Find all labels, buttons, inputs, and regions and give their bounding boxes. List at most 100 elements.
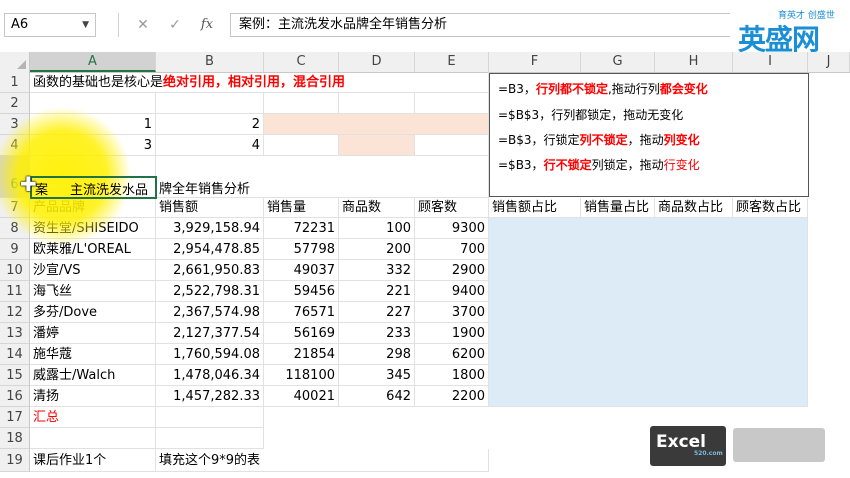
col-header-f[interactable]: F — [489, 52, 581, 72]
col-header-h[interactable]: H — [655, 52, 733, 72]
reference-notes-textbox[interactable]: =B3，行列都不锁定,拖动行列都会变化 =$B$3，行列都锁定，拖动无变化 =B… — [489, 73, 809, 197]
row-header[interactable]: 13 — [0, 323, 30, 344]
row-header[interactable]: 16 — [0, 386, 30, 407]
cell-customers[interactable]: 6200 — [415, 344, 489, 365]
col-header-c[interactable]: C — [264, 52, 339, 72]
cell-customers[interactable]: 3700 — [415, 302, 489, 323]
row-header[interactable]: 14 — [0, 344, 30, 365]
cell-items[interactable]: 221 — [339, 281, 415, 302]
cell-c3-peach[interactable] — [264, 114, 489, 135]
row-header[interactable]: 4 — [0, 135, 30, 156]
col-header-d[interactable]: D — [339, 52, 415, 72]
cell-items[interactable]: 227 — [339, 302, 415, 323]
cell-items[interactable]: 345 — [339, 365, 415, 386]
cell[interactable] — [156, 93, 264, 114]
cell[interactable] — [30, 428, 156, 449]
cell[interactable] — [339, 93, 415, 114]
cell-items[interactable]: 642 — [339, 386, 415, 407]
cell-a4[interactable]: 3 — [30, 135, 156, 156]
chevron-down-icon[interactable]: ▼ — [82, 14, 89, 36]
insert-function-icon[interactable]: fx — [196, 14, 218, 36]
cell-customers[interactable]: 9400 — [415, 281, 489, 302]
row-header[interactable]: 17 — [0, 407, 30, 428]
col-header-g[interactable]: G — [581, 52, 655, 72]
col-header-e[interactable]: E — [415, 52, 489, 72]
cell-a19[interactable]: 课后作业1个 — [30, 449, 156, 472]
cell-brand[interactable]: 清扬 — [30, 386, 156, 407]
header-items[interactable]: 商品数 — [339, 198, 415, 218]
cell-items[interactable]: 200 — [339, 239, 415, 260]
cell-sales[interactable]: 2,127,377.54 — [156, 323, 264, 344]
spreadsheet-grid[interactable]: A B C D E F G H I J 1 2 3 4 6 7 8 9 10 1… — [0, 52, 850, 478]
col-header-a[interactable]: A — [30, 52, 156, 72]
select-all-corner[interactable] — [0, 52, 30, 72]
cell-brand[interactable]: 多芬/Dove — [30, 302, 156, 323]
header-customers-share[interactable]: 顾客数占比 — [733, 198, 808, 218]
header-qty-share[interactable]: 销售量占比 — [581, 198, 655, 218]
cell-b6[interactable]: 牌全年销售分析 — [156, 156, 489, 198]
col-header-b[interactable]: B — [156, 52, 264, 72]
cell-brand[interactable]: 欧莱雅/L'OREAL — [30, 239, 156, 260]
cell-qty[interactable]: 57798 — [264, 239, 339, 260]
cell-b4[interactable]: 4 — [156, 135, 264, 156]
cell-sales[interactable]: 1,760,594.08 — [156, 344, 264, 365]
cell-sales[interactable]: 1,478,046.34 — [156, 365, 264, 386]
row-header[interactable]: 2 — [0, 93, 30, 114]
cancel-icon[interactable]: ✕ — [132, 14, 154, 36]
cell-qty[interactable]: 21854 — [264, 344, 339, 365]
row-header[interactable]: 11 — [0, 281, 30, 302]
cell-a1[interactable]: 函数的基础也是核心是绝对引用，相对引用，混合引用 — [30, 72, 489, 93]
cell-items[interactable]: 233 — [339, 323, 415, 344]
col-header-i[interactable]: I — [733, 52, 808, 72]
cell-brand[interactable]: 海飞丝 — [30, 281, 156, 302]
cell[interactable] — [415, 93, 489, 114]
cell-b19[interactable]: 填充这个9*9的表 — [156, 449, 489, 472]
cell[interactable] — [264, 93, 339, 114]
row-header[interactable]: 8 — [0, 218, 30, 239]
cell-customers[interactable]: 2900 — [415, 260, 489, 281]
header-items-share[interactable]: 商品数占比 — [655, 198, 733, 218]
cell-items[interactable]: 100 — [339, 218, 415, 239]
cell-sales[interactable]: 2,367,574.98 — [156, 302, 264, 323]
header-brand[interactable]: 产品品牌 — [30, 198, 156, 218]
cell-sales[interactable]: 2,661,950.83 — [156, 260, 264, 281]
cell-qty[interactable]: 56169 — [264, 323, 339, 344]
cell-qty[interactable]: 72231 — [264, 218, 339, 239]
header-sales[interactable]: 销售额 — [156, 198, 264, 218]
row-header[interactable]: 15 — [0, 365, 30, 386]
cell-qty[interactable]: 59456 — [264, 281, 339, 302]
cell-brand[interactable]: 沙宣/VS — [30, 260, 156, 281]
header-sales-share[interactable]: 销售额占比 — [489, 198, 581, 218]
cell-d4-peach[interactable] — [339, 135, 415, 156]
cell-items[interactable]: 298 — [339, 344, 415, 365]
cell-qty[interactable]: 118100 — [264, 365, 339, 386]
cell-a3[interactable]: 1 — [30, 114, 156, 135]
cell-sales[interactable]: 3,929,158.94 — [156, 218, 264, 239]
row-header[interactable]: 3 — [0, 114, 30, 135]
header-qty[interactable]: 销售量 — [264, 198, 339, 218]
header-customers[interactable]: 顾客数 — [415, 198, 489, 218]
cell[interactable] — [415, 135, 489, 156]
cell-brand[interactable]: 潘婷 — [30, 323, 156, 344]
cell-customers[interactable]: 1800 — [415, 365, 489, 386]
cell[interactable] — [30, 93, 156, 114]
cell[interactable] — [264, 135, 339, 156]
cell-qty[interactable]: 40021 — [264, 386, 339, 407]
cell-customers[interactable]: 2200 — [415, 386, 489, 407]
cell-brand[interactable]: 施华蔻 — [30, 344, 156, 365]
cell-qty[interactable]: 76571 — [264, 302, 339, 323]
cell-items[interactable]: 332 — [339, 260, 415, 281]
cell-customers[interactable]: 9300 — [415, 218, 489, 239]
enter-icon[interactable]: ✓ — [164, 14, 186, 36]
cell-brand[interactable]: 资生堂/SHISEIDO — [30, 218, 156, 239]
cell-b3[interactable]: 2 — [156, 114, 264, 135]
cell-sales[interactable]: 1,457,282.33 — [156, 386, 264, 407]
row-header[interactable]: 12 — [0, 302, 30, 323]
cell-qty[interactable]: 49037 — [264, 260, 339, 281]
cell-sales[interactable]: 2,954,478.85 — [156, 239, 264, 260]
name-box[interactable]: A6 ▼ — [4, 13, 96, 37]
cell-customers[interactable]: 1900 — [415, 323, 489, 344]
row-header[interactable]: 1 — [0, 72, 30, 93]
cell[interactable] — [156, 428, 264, 449]
cell-brand[interactable]: 威露士/Walch — [30, 365, 156, 386]
